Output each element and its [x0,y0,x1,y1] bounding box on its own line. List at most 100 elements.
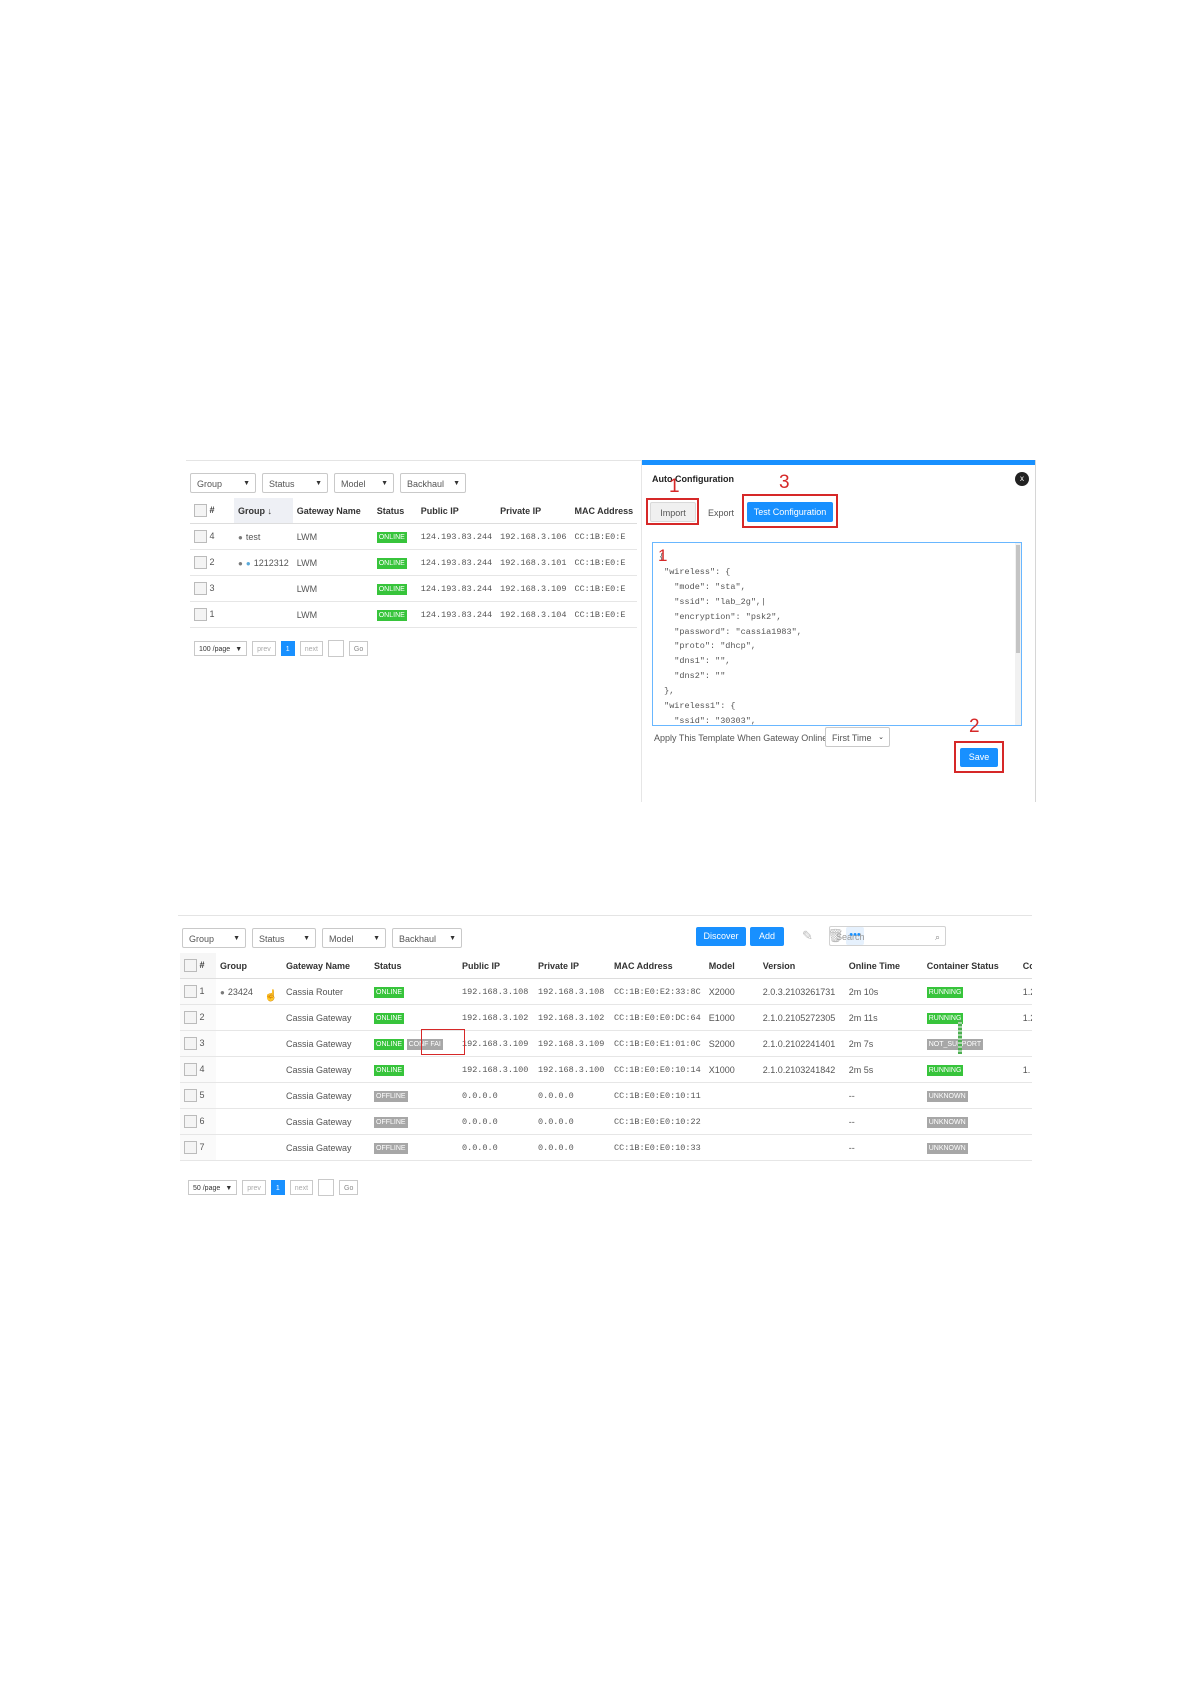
next-button[interactable]: next [299,641,323,656]
search-input[interactable]: Search ⌕ [829,926,946,946]
go-button[interactable]: Go [339,1180,359,1195]
group-filter[interactable]: Group ▼ [190,473,256,493]
row-num: 3 [209,582,215,593]
row-checkbox[interactable] [184,1089,197,1102]
table-row[interactable]: 3 LWM ONLINE 124.193.83.244 192.168.3.10… [190,575,638,602]
version [758,1134,845,1161]
close-icon[interactable]: x [1015,472,1029,486]
table-row[interactable]: 1 ● 23424 Cassia Router ONLINE 192.168.3.108 1… [180,978,1032,1005]
col-gateway-name[interactable]: Gateway Name [292,498,373,524]
dialog-accent-bar [642,460,1035,465]
col-version[interactable]: Version [758,953,845,979]
table-row[interactable]: 2 ● ● 1212312 LWM ONLINE 124.193.83.244 19… [190,549,638,576]
table-row[interactable]: 7 Cassia Gateway OFFLINE 0.0.0.0 0.0.0.0 CC:1… [180,1134,1032,1161]
col-private-ip[interactable]: Private IP [534,953,610,979]
col-group[interactable]: Group ↓ [234,498,293,524]
select-all-checkbox[interactable] [194,504,207,517]
row-checkbox[interactable] [184,1037,197,1050]
col-group[interactable]: Group [216,953,282,979]
page-jump-input[interactable] [327,640,344,657]
status-filter[interactable]: Status ▼ [262,473,328,493]
private-ip: 192.168.3.109 [534,1030,610,1057]
add-button[interactable]: Add [750,927,784,946]
page-size-select[interactable]: 50 /page ▼ [188,1180,238,1195]
prev-button[interactable]: prev [252,641,276,656]
next-button[interactable]: next [289,1180,314,1195]
filter-bar: Group ▼ Status ▼ Model ▼ Backhaul ▼ [190,473,466,493]
tag-icon: ● [220,987,225,997]
page-1-button[interactable]: 1 [280,641,295,656]
backhaul-filter[interactable]: Backhaul ▼ [400,473,466,493]
model-filter[interactable]: Model ▼ [334,473,394,493]
table-row[interactable]: 5 Cassia Gateway OFFLINE 0.0.0.0 0.0.0.0 CC:1… [180,1082,1032,1109]
table-row[interactable]: 4 ● test LWM ONLINE 124.193.83.244 192.16… [190,523,638,550]
row-checkbox[interactable] [194,556,207,569]
export-button[interactable]: Export [700,502,742,522]
gateway-name: Cassia Gateway [282,1056,370,1083]
apply-timing-select[interactable]: First Time ⌄ [825,727,890,747]
table-row[interactable]: 4 Cassia Gateway ONLINE 192.168.3.100 192.16… [180,1056,1032,1083]
gateway-name: Cassia Router [282,978,370,1005]
container-version [1018,1134,1032,1161]
row-checkbox[interactable] [194,608,207,621]
page-jump-input[interactable] [318,1179,335,1196]
select-all-cell: # [180,953,216,979]
group-name [234,601,293,628]
go-button[interactable]: Go [348,641,369,656]
row-checkbox[interactable] [184,1063,197,1076]
group-filter[interactable]: Group ▼ [182,928,246,948]
col-online-time[interactable]: Online Time [844,953,923,979]
annotation-number: 2 [969,716,980,737]
table-row[interactable]: 3 Cassia Gateway ONLINE CONF FAI 192.168.3.… [180,1030,1032,1057]
model [704,1082,759,1109]
container-status-badge: UNKNOWN [926,1090,968,1102]
caret-down-icon: ▼ [235,646,243,653]
row-checkbox[interactable] [194,582,207,595]
col-model[interactable]: Model [704,953,759,979]
scrollbar-thumb[interactable] [1016,545,1020,653]
mac-address: CC:1B:E0:E1:01:0C [610,1030,705,1057]
col-public-ip[interactable]: Public IP [458,953,534,979]
col-status[interactable]: Status [370,953,458,979]
auto-config-screenshot: Group ▼ Status ▼ Model ▼ Backhaul ▼ # Group … [186,460,1036,802]
table-row[interactable]: 6 Cassia Gateway OFFLINE 0.0.0.0 0.0.0.0 CC:1… [180,1108,1032,1135]
public-ip: 124.193.83.244 [416,549,497,576]
backhaul-filter[interactable]: Backhaul ▼ [392,928,462,948]
status-filter[interactable]: Status ▼ [252,928,316,948]
col-container-version[interactable]: Co [1018,953,1032,979]
prev-button[interactable]: prev [242,1180,266,1195]
select-all-checkbox[interactable] [184,959,197,972]
page-1-button[interactable]: 1 [270,1180,285,1195]
col-private-ip[interactable]: Private IP [496,498,571,524]
private-ip: 192.168.3.102 [534,1004,610,1031]
gateway-name: Cassia Gateway [282,1082,370,1109]
config-json-editor[interactable]: { "wireless": { "mode": "sta", "ssid": "… [652,542,1022,726]
table-row[interactable]: 2 Cassia Gateway ONLINE 192.168.3.102 192.16… [180,1004,1032,1031]
container-status-badge: RUNNING [926,1064,964,1076]
row-checkbox[interactable] [184,985,197,998]
col-gateway-name[interactable]: Gateway Name [282,953,370,979]
col-status[interactable]: Status [372,498,417,524]
row-checkbox[interactable] [194,530,207,543]
col-mac[interactable]: MAC Address [570,498,638,524]
private-ip: 192.168.3.100 [534,1056,610,1083]
row-num: 4 [199,1063,205,1074]
edit-icon[interactable]: ✎ [802,928,813,944]
scroll-indicator[interactable] [958,1020,962,1054]
status-badge: OFFLINE [374,1116,408,1128]
editor-scrollbar[interactable] [1015,543,1021,725]
page-size-select[interactable]: 100 /page ▼ [194,641,248,656]
row-checkbox[interactable] [184,1011,197,1024]
table-row[interactable]: 1 LWM ONLINE 124.193.83.244 192.168.3.10… [190,601,638,628]
col-public-ip[interactable]: Public IP [416,498,497,524]
model-filter[interactable]: Model ▼ [322,928,386,948]
group-name: 23424 [227,986,253,997]
annotation-number: 3 [779,472,790,493]
row-checkbox[interactable] [184,1141,197,1154]
col-container-status[interactable]: Container Status [922,953,1019,979]
container-status-badge: UNKNOWN [926,1142,968,1154]
public-ip: 192.168.3.109 [458,1030,534,1057]
col-mac[interactable]: MAC Address [610,953,705,979]
row-checkbox[interactable] [184,1115,197,1128]
discover-button[interactable]: Discover [696,927,746,946]
